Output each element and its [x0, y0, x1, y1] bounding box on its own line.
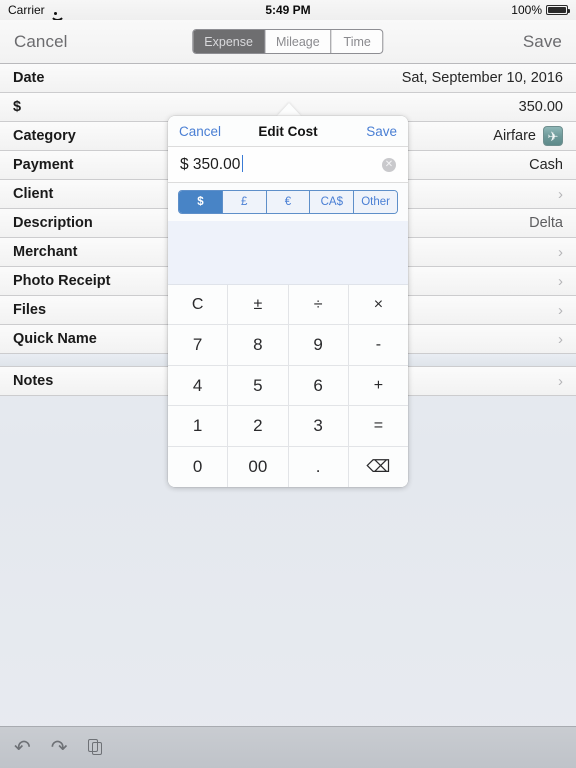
segment-time[interactable]: Time — [332, 30, 383, 53]
status-bar: Carrier 5:49 PM 100% — [0, 0, 576, 20]
currency-cad[interactable]: CA$ — [310, 191, 355, 213]
cost-input-value[interactable]: $ 350.00 — [180, 154, 244, 174]
row-label: $ — [13, 99, 22, 115]
key-divide[interactable]: ÷ — [288, 285, 349, 326]
row-value-text: Airfare — [493, 128, 536, 144]
keypad-row: 7 8 9 - — [168, 325, 408, 366]
row-date[interactable]: Date Sat, September 10, 2016 — [0, 64, 576, 93]
key-plusminus[interactable]: ± — [228, 285, 289, 326]
segment-mileage[interactable]: Mileage — [265, 30, 332, 53]
battery-full-icon — [546, 5, 570, 15]
row-label: Merchant — [13, 244, 78, 260]
carrier-label: Carrier — [8, 3, 45, 17]
row-label: Client — [13, 186, 54, 202]
row-label: Category — [13, 128, 76, 144]
row-label: Files — [13, 302, 47, 318]
redo-icon[interactable]: ↷ — [51, 738, 68, 758]
popover-save-button[interactable]: Save — [366, 124, 397, 139]
key-3[interactable]: 3 — [288, 406, 349, 447]
currency-eur[interactable]: € — [266, 191, 311, 213]
row-label: Quick Name — [13, 331, 97, 347]
status-bar-right: 100% — [511, 3, 570, 17]
row-value: Sat, September 10, 2016 — [401, 70, 563, 86]
currency-usd[interactable]: $ — [179, 191, 223, 213]
popover-cancel-button[interactable]: Cancel — [179, 124, 221, 139]
keypad-row: 0 00 . ⌫ — [168, 446, 408, 487]
chevron-right-icon: › — [558, 330, 563, 348]
row-label: Date — [13, 70, 45, 86]
chevron-right-icon: › — [558, 301, 563, 319]
save-button[interactable]: Save — [523, 32, 562, 52]
key-9[interactable]: 9 — [288, 325, 349, 366]
type-segmented-control[interactable]: Expense Mileage Time — [192, 29, 384, 54]
edit-cost-popover: Cancel Edit Cost Save $ 350.00 ✕ $ £ € C… — [168, 116, 408, 487]
cost-input-row[interactable]: $ 350.00 ✕ — [168, 147, 408, 183]
chevron-right-icon: › — [558, 185, 563, 203]
undo-icon[interactable]: ↶ — [14, 738, 31, 758]
row-value: 350.00 — [518, 99, 563, 115]
currency-control-wrap: $ £ € CA$ Other — [168, 183, 408, 221]
keypad-row: 1 2 3 = — [168, 406, 408, 447]
key-clear[interactable]: C — [168, 285, 229, 326]
row-label: Photo Receipt — [13, 273, 111, 289]
wifi-icon — [50, 6, 61, 15]
currency-gbp[interactable]: £ — [222, 191, 267, 213]
key-double-zero[interactable]: 00 — [228, 446, 289, 487]
clear-circle-icon[interactable]: ✕ — [382, 157, 396, 172]
key-7[interactable]: 7 — [168, 325, 229, 366]
navigation-bar: Cancel Expense Mileage Time Save — [0, 20, 576, 64]
chevron-right-icon: › — [558, 243, 563, 261]
row-label: Payment — [13, 157, 74, 173]
calculator-keypad: C ± ÷ × 7 8 9 - 4 5 6 + 1 2 3 = 0 00 . ⌫ — [168, 285, 408, 487]
row-value: Delta — [529, 215, 563, 231]
popover-arrow — [277, 103, 301, 116]
key-plus[interactable]: + — [348, 365, 408, 407]
status-bar-time: 5:49 PM — [265, 3, 311, 17]
key-6[interactable]: 6 — [288, 365, 349, 407]
key-minus[interactable]: - — [348, 325, 408, 366]
popover-header: Cancel Edit Cost Save — [168, 116, 408, 147]
backspace-icon[interactable]: ⌫ — [348, 446, 408, 487]
key-equals[interactable]: = — [348, 406, 408, 447]
status-bar-left: Carrier — [8, 3, 61, 17]
key-0[interactable]: 0 — [168, 446, 229, 487]
keypad-row: 4 5 6 + — [168, 365, 408, 407]
segment-expense[interactable]: Expense — [193, 30, 265, 53]
duplicate-icon[interactable] — [87, 739, 103, 756]
chevron-right-icon: › — [558, 372, 563, 390]
key-8[interactable]: 8 — [228, 325, 289, 366]
currency-other[interactable]: Other — [354, 191, 397, 213]
battery-percent-label: 100% — [511, 3, 542, 17]
key-decimal[interactable]: . — [288, 446, 349, 487]
keypad-row: C ± ÷ × — [168, 285, 408, 326]
key-1[interactable]: 1 — [168, 406, 229, 447]
key-5[interactable]: 5 — [228, 365, 289, 407]
chevron-right-icon: › — [558, 272, 563, 290]
cancel-button[interactable]: Cancel — [14, 32, 68, 52]
key-multiply[interactable]: × — [348, 285, 408, 326]
key-4[interactable]: 4 — [168, 365, 229, 407]
bottom-toolbar: ↶ ↷ — [0, 726, 576, 768]
row-label: Notes — [13, 373, 54, 389]
row-value: Cash — [529, 157, 563, 173]
airplane-icon: ✈ — [543, 126, 563, 146]
currency-segmented-control[interactable]: $ £ € CA$ Other — [178, 190, 398, 214]
row-label: Description — [13, 215, 93, 231]
row-value: Airfare ✈ — [493, 126, 563, 146]
key-2[interactable]: 2 — [228, 406, 289, 447]
popover-blank-area — [168, 221, 408, 285]
